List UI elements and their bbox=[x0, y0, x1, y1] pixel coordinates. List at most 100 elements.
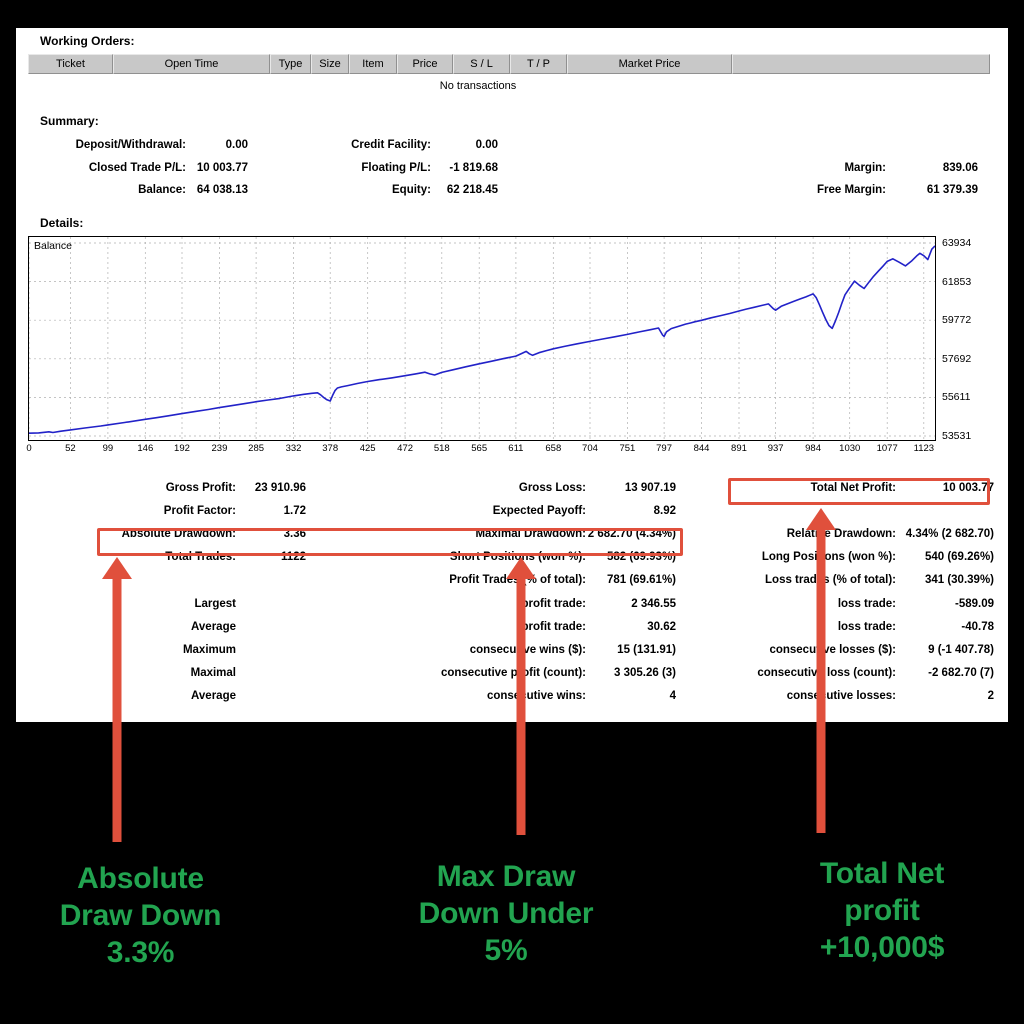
stats-cell: Long Positions (won %): 540 (69.26%) bbox=[686, 551, 1008, 563]
stats-cell: loss trade: -40.78 bbox=[686, 621, 1008, 633]
chart-x-tick: 332 bbox=[285, 443, 302, 454]
summary-row: Deposit/Withdrawal: 0.00 Credit Facility… bbox=[16, 134, 1008, 157]
stats-value: 540 (69.26%) bbox=[924, 551, 994, 564]
stats-label: consecutive wins ($): bbox=[469, 643, 586, 656]
caption-line-3: 3.3% bbox=[106, 936, 175, 970]
column-stop-loss[interactable]: S / L bbox=[453, 54, 510, 74]
stats-row: Profit Factor: 1.72 Expected Payoff: 8.92 bbox=[16, 499, 1008, 522]
stats-cell: consecutive loss (count): -2 682.70 (7) bbox=[686, 667, 1008, 679]
chart-y-tick: 59772 bbox=[942, 314, 972, 327]
stats-value: 30.62 bbox=[647, 620, 676, 633]
stats-value: 8.92 bbox=[653, 504, 676, 517]
arrow-shaft bbox=[112, 577, 122, 842]
stats-value: -2 682.70 (7) bbox=[928, 667, 994, 680]
chart-x-tick: 891 bbox=[731, 443, 747, 454]
stats-value: 9 (-1 407.78) bbox=[928, 643, 994, 656]
column-item[interactable]: Item bbox=[349, 54, 397, 74]
stats-label: Short Positions (won %): bbox=[449, 551, 586, 564]
summary-cell: Deposit/Withdrawal: 0.00 bbox=[16, 139, 256, 151]
summary-cell: Credit Facility: 0.00 bbox=[256, 139, 506, 151]
stats-cell: consecutive losses ($): 9 (-1 407.78) bbox=[686, 644, 1008, 656]
stats-value: -40.78 bbox=[961, 620, 994, 633]
stats-value: 15 (131.91) bbox=[617, 643, 676, 656]
stats-label: Expected Payoff: bbox=[492, 504, 586, 517]
column-price[interactable]: Price bbox=[397, 54, 453, 74]
chart-y-tick: 61853 bbox=[942, 275, 972, 288]
stats-cell: Relative Drawdown: 4.34% (2 682.70) bbox=[686, 528, 1008, 540]
column-size[interactable]: Size bbox=[311, 54, 349, 74]
column-empty[interactable] bbox=[732, 54, 990, 74]
column-take-profit[interactable]: T / P bbox=[510, 54, 567, 74]
stats-value: 582 (69.93%) bbox=[606, 551, 676, 564]
summary-row: Closed Trade P/L: 10 003.77 Floating P/L… bbox=[16, 157, 1008, 180]
summary-cell: Equity: 62 218.45 bbox=[256, 184, 506, 196]
chart-x-tick: 658 bbox=[545, 443, 562, 454]
column-open-time[interactable]: Open Time bbox=[113, 54, 270, 74]
chart-y-tick: 57692 bbox=[942, 352, 972, 365]
chart-y-tick: 53531 bbox=[942, 430, 972, 442]
caption-absolute-drawdown: Absolute Draw Down 3.3% bbox=[18, 860, 263, 972]
stats-value: 4.34% (2 682.70) bbox=[905, 527, 994, 540]
caption-max-drawdown: Max Draw Down Under 5% bbox=[396, 858, 616, 970]
stats-cell: Gross Loss: 13 907.19 bbox=[316, 482, 686, 494]
summary-label: Free Margin: bbox=[816, 184, 886, 197]
column-market-price[interactable]: Market Price bbox=[567, 54, 732, 74]
arrow-absolute-drawdown bbox=[102, 557, 132, 842]
chart-legend-label: Balance bbox=[34, 240, 72, 252]
summary-cell: Floating P/L: -1 819.68 bbox=[256, 162, 506, 174]
chart-x-tick: 285 bbox=[248, 443, 265, 454]
arrow-head-icon bbox=[506, 557, 536, 579]
stats-cell: Total Net Profit: 10 003.77 bbox=[686, 482, 1008, 494]
summary-cell: Closed Trade P/L: 10 003.77 bbox=[16, 162, 256, 174]
chart-x-tick: 984 bbox=[805, 443, 822, 454]
stats-cell: Maximal Drawdown: 2 682.70 (4.34%) bbox=[316, 528, 686, 540]
chart-x-tick: 52 bbox=[65, 443, 76, 454]
summary-label: Floating P/L: bbox=[361, 161, 431, 174]
chart-x-tick: 192 bbox=[174, 443, 190, 454]
stats-value: 13 907.19 bbox=[624, 481, 676, 494]
stats-cell: Absolute Drawdown: 3.36 bbox=[16, 528, 316, 540]
stats-value: 2 346.55 bbox=[631, 597, 676, 610]
stats-value: 4 bbox=[669, 690, 676, 703]
chart-x-tick: 0 bbox=[26, 443, 32, 454]
stats-cell: consecutive wins: 4 bbox=[316, 690, 686, 702]
arrow-maximal-drawdown bbox=[506, 557, 536, 835]
column-ticket[interactable]: Ticket bbox=[28, 54, 113, 74]
chart-x-tick: 378 bbox=[322, 443, 339, 454]
details-title: Details: bbox=[40, 216, 84, 230]
caption-line-1: Absolute bbox=[77, 862, 204, 895]
stats-label: Maximal Drawdown: bbox=[475, 527, 586, 540]
stats-value: 3.36 bbox=[283, 527, 306, 540]
chart-x-tick: 751 bbox=[619, 443, 636, 454]
balance-chart: Balance 53531 55611 57692 59772 61853 63934 0… bbox=[26, 236, 990, 464]
caption-line-3: +10,000$ bbox=[819, 931, 945, 965]
arrow-shaft bbox=[516, 577, 526, 835]
stats-row: Gross Profit: 23 910.96 Gross Loss: 13 907… bbox=[16, 476, 1008, 499]
stats-value: 2 bbox=[987, 690, 994, 703]
stats-label: loss trade: bbox=[837, 620, 896, 633]
summary-cell: Free Margin: 61 379.39 bbox=[506, 184, 986, 196]
stats-cell: Profit Factor: 1.72 bbox=[16, 505, 316, 517]
chart-y-tick: 55611 bbox=[942, 391, 971, 404]
stats-cell: consecutive wins ($): 15 (131.91) bbox=[316, 644, 686, 656]
summary-label: Closed Trade P/L: bbox=[88, 161, 186, 174]
summary-value: 62 218.45 bbox=[446, 184, 498, 197]
stats-label: loss trade: bbox=[837, 597, 896, 610]
stats-cell: profit trade: 2 346.55 bbox=[316, 598, 686, 610]
arrow-head-icon bbox=[806, 508, 836, 530]
summary-cell: Balance: 64 038.13 bbox=[16, 184, 256, 196]
summary-label: Deposit/Withdrawal: bbox=[75, 139, 186, 152]
chart-x-tick: 146 bbox=[137, 443, 154, 454]
chart-plot-area: Balance bbox=[28, 236, 936, 441]
stats-cell: Expected Payoff: 8.92 bbox=[316, 505, 686, 517]
stats-value: 2 682.70 (4.34%) bbox=[587, 527, 676, 540]
arrow-total-net-profit bbox=[806, 508, 836, 833]
arrow-head-icon bbox=[102, 557, 132, 579]
chart-x-tick: 99 bbox=[102, 443, 114, 454]
stats-cell: Largest bbox=[16, 598, 316, 610]
summary-label: Margin: bbox=[844, 161, 886, 174]
stats-value: 1.72 bbox=[283, 504, 306, 517]
working-orders-title: Working Orders: bbox=[40, 34, 135, 48]
chart-x-tick: 239 bbox=[211, 443, 228, 454]
column-type[interactable]: Type bbox=[270, 54, 311, 74]
